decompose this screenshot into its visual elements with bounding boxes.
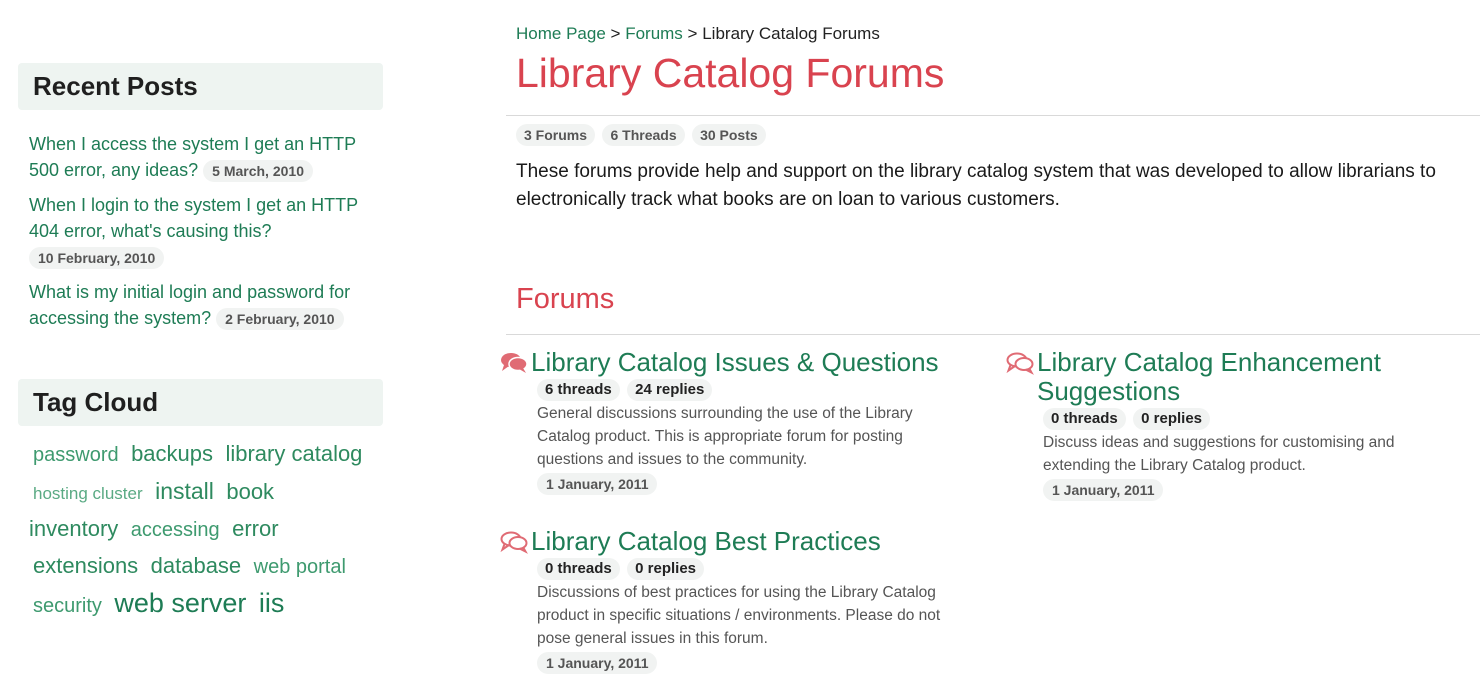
forum-title-link[interactable]: Library Catalog Enhancement Suggestions xyxy=(1006,348,1426,406)
forum-stat-badges: 0 threads 0 replies xyxy=(537,558,970,580)
forum-description: General discussions surrounding the use … xyxy=(537,405,913,468)
forum-title: Library Catalog Enhancement Suggestions xyxy=(1037,347,1381,406)
recent-post-item: What is my initial login and password fo… xyxy=(29,279,359,331)
forum-threads-badge: 6 threads xyxy=(537,379,620,401)
recent-posts-panel: Recent Posts When I access the system I … xyxy=(18,63,383,331)
recent-post-date: 2 February, 2010 xyxy=(216,308,344,331)
breadcrumb-forums-link[interactable]: Forums xyxy=(625,24,683,43)
forum-date-row: 1 January, 2011 xyxy=(537,473,970,495)
breadcrumb-separator: > xyxy=(610,24,621,43)
breadcrumb: Home Page > Forums > Library Catalog For… xyxy=(516,24,880,44)
sidebar: Recent Posts When I access the system I … xyxy=(18,63,383,625)
recent-post-item: When I access the system I get an HTTP 5… xyxy=(29,131,359,183)
forum-date-row: 1 January, 2011 xyxy=(1043,479,1476,501)
threads-count-badge: 6 Threads xyxy=(602,124,685,146)
tag-cloud-panel: Tag Cloud password backups library catal… xyxy=(18,379,383,625)
recent-post-item: When I login to the system I get an HTTP… xyxy=(29,192,359,270)
recent-post-date: 10 February, 2010 xyxy=(29,247,165,270)
recent-posts-heading: Recent Posts xyxy=(18,63,383,110)
forum-item: Library Catalog Issues & Questions 6 thr… xyxy=(500,348,970,495)
tag-link[interactable]: hosting cluster xyxy=(33,477,143,511)
tag-link[interactable]: iis xyxy=(259,586,285,620)
forum-date: 1 January, 2011 xyxy=(537,473,658,495)
forums-count-badge: 3 Forums xyxy=(516,124,596,146)
tag-link[interactable]: database xyxy=(151,549,242,583)
tag-link[interactable]: password xyxy=(33,438,119,472)
forum-date: 1 January, 2011 xyxy=(537,652,658,674)
chat-bubbles-outline-icon xyxy=(500,531,528,554)
forum-title-link[interactable]: Library Catalog Issues & Questions xyxy=(500,348,970,377)
forum-replies-badge: 0 replies xyxy=(627,558,705,580)
forum-title: Library Catalog Best Practices xyxy=(531,526,881,556)
tag-link[interactable]: backups xyxy=(131,437,213,471)
forum-body: 6 threads 24 replies General discussions… xyxy=(500,379,970,495)
chat-bubbles-filled-icon xyxy=(501,353,528,373)
breadcrumb-home-link[interactable]: Home Page xyxy=(516,24,606,43)
forum-title: Library Catalog Issues & Questions xyxy=(531,347,939,377)
forum-replies-badge: 0 replies xyxy=(1133,408,1211,430)
tag-link[interactable]: accessing xyxy=(131,513,220,547)
forum-replies-badge: 24 replies xyxy=(627,379,713,401)
recent-post-date: 5 March, 2010 xyxy=(203,160,313,183)
breadcrumb-separator: > xyxy=(687,24,698,43)
forum-body: 0 threads 0 replies Discuss ideas and su… xyxy=(1006,408,1476,501)
forums-section-title: Forums xyxy=(516,283,615,315)
forum-stat-badges: 6 threads 24 replies xyxy=(537,379,970,401)
chat-bubbles-outline-icon xyxy=(1006,352,1034,375)
forum-threads-badge: 0 threads xyxy=(1043,408,1126,430)
forum-title-link[interactable]: Library Catalog Best Practices xyxy=(500,527,970,556)
forum-item: Library Catalog Enhancement Suggestions … xyxy=(1006,348,1476,501)
tag-link[interactable]: web portal xyxy=(254,550,346,584)
tag-link[interactable]: book xyxy=(226,475,274,509)
tag-link[interactable]: library catalog xyxy=(225,437,362,471)
tag-cloud-heading: Tag Cloud xyxy=(18,379,383,426)
section-divider xyxy=(506,334,1480,335)
forum-threads-badge: 0 threads xyxy=(537,558,620,580)
page-description: These forums provide help and support on… xyxy=(516,161,1436,210)
forum-body: 0 threads 0 replies Discussions of best … xyxy=(500,558,970,674)
forum-description: Discuss ideas and suggestions for custom… xyxy=(1043,434,1395,474)
forum-description: Discussions of best practices for using … xyxy=(537,584,941,647)
posts-count-badge: 30 Posts xyxy=(692,124,766,146)
recent-post-link[interactable]: When I login to the system I get an HTTP… xyxy=(29,195,358,241)
page-title: Library Catalog Forums xyxy=(516,50,945,96)
tag-link[interactable]: web server xyxy=(114,586,246,620)
forum-item: Library Catalog Best Practices 0 threads… xyxy=(500,527,970,674)
tag-link[interactable]: install xyxy=(155,474,214,508)
tag-link[interactable]: inventory xyxy=(29,512,118,546)
recent-posts-list: When I access the system I get an HTTP 5… xyxy=(18,110,383,331)
tag-cloud: password backups library catalog hosting… xyxy=(18,426,373,625)
title-divider xyxy=(506,115,1480,116)
forum-date: 1 January, 2011 xyxy=(1043,479,1164,501)
forum-stat-badges: 0 threads 0 replies xyxy=(1043,408,1476,430)
forum-date-row: 1 January, 2011 xyxy=(537,652,970,674)
tag-link[interactable]: security xyxy=(33,589,102,623)
tag-link[interactable]: error xyxy=(232,512,278,546)
tag-link[interactable]: extensions xyxy=(33,549,138,583)
breadcrumb-current: Library Catalog Forums xyxy=(702,24,880,43)
forum-stats: 3 Forums 6 Threads 30 Posts xyxy=(516,124,769,146)
